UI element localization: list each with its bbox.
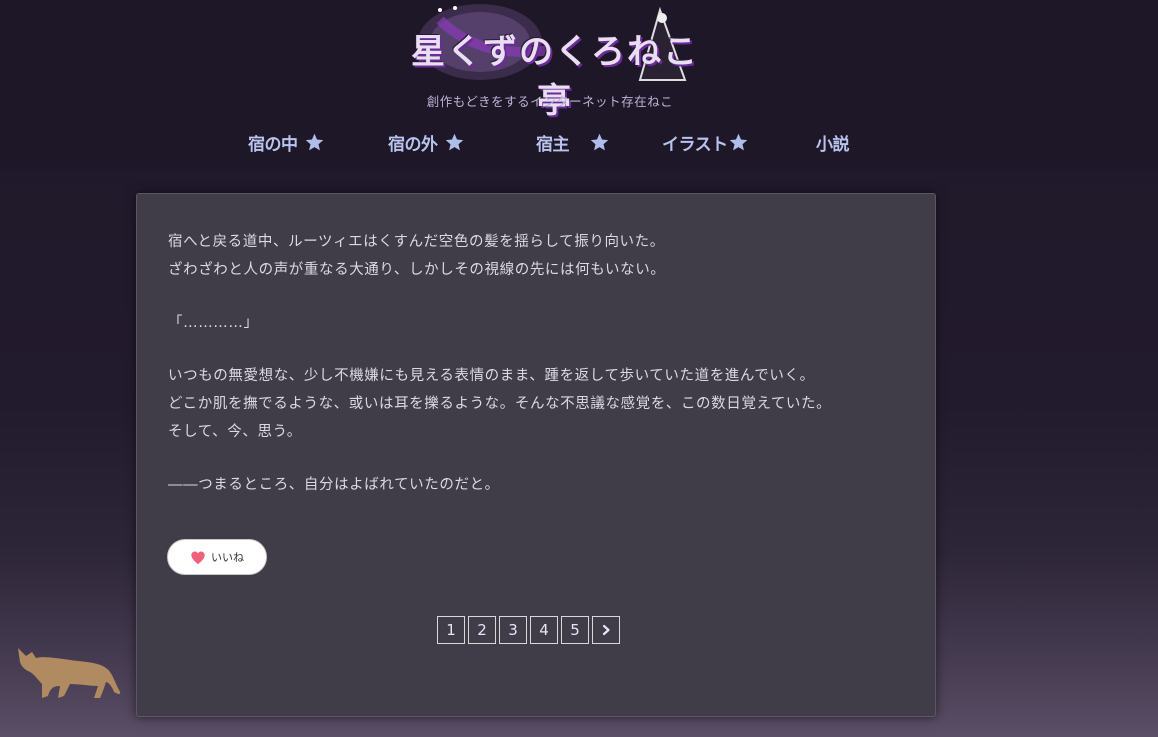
page-3-button[interactable]: 3 — [499, 616, 527, 644]
site-logo[interactable]: 星くずのくろねこ亭 — [410, 0, 700, 121]
page-5-button[interactable]: 5 — [561, 616, 589, 644]
story-line: どこか肌を撫でるような、或いは耳を擽るような。そんな不思議な感覚を、この数日覚え… — [168, 396, 832, 412]
nav-item-label: 小説 — [816, 134, 850, 155]
page-1-button[interactable]: 1 — [437, 616, 465, 644]
nav-item-label: イラスト — [662, 134, 728, 155]
next-page-button[interactable] — [592, 616, 620, 644]
nav-item-novel[interactable]: 小説 — [816, 128, 850, 156]
pagination: 1 2 3 4 5 — [437, 616, 620, 644]
like-label: いいね — [211, 551, 244, 564]
story-line: そして、今、思う。 — [168, 424, 302, 440]
story-line: いつもの無愛想な、少し不機嫌にも見える表情のまま、踵を返して歩いていた道を進んで… — [168, 368, 815, 384]
story-text: 宿へと戻る道中、ルーツィエはくすんだ空色の髪を揺らして振り向いた。 ざわざわと人… — [168, 228, 908, 499]
star-icon — [444, 132, 465, 153]
story-line: 宿へと戻る道中、ルーツィエはくすんだ空色の髪を揺らして振り向いた。 — [168, 234, 665, 250]
like-button[interactable]: いいね — [167, 539, 267, 575]
star-icon — [304, 132, 325, 153]
nav-item-label: 宿主 — [536, 134, 570, 155]
nav-item-outside[interactable]: 宿の外 — [388, 128, 465, 156]
nav-item-owner[interactable]: 宿主 — [536, 128, 610, 156]
story-line: ――つまるところ、自分はよばれていたのだと。 — [168, 477, 500, 493]
main-nav: 宿の中 宿の外 宿主 イラスト 小説 — [0, 128, 1158, 158]
nav-item-label: 宿の外 — [388, 134, 438, 155]
story-line: ざわざわと人の声が重なる大通り、しかしその視線の先には何もいない。 — [168, 262, 666, 278]
chevron-right-icon — [602, 624, 610, 636]
story-line: 「…………」 — [168, 315, 259, 331]
star-icon — [728, 132, 749, 153]
star-icon — [589, 132, 610, 153]
site-header: 星くずのくろねこ亭 創作もどきをするインターネット存在ねこ 宿の中 宿の外 宿主… — [0, 0, 1158, 169]
cat-silhouette — [14, 640, 124, 702]
page-2-button[interactable]: 2 — [468, 616, 496, 644]
nav-item-label: 宿の中 — [248, 134, 298, 155]
nav-item-inside[interactable]: 宿の中 — [248, 128, 325, 156]
nav-item-illust[interactable]: イラスト — [662, 128, 749, 156]
heart-icon — [190, 550, 206, 565]
page-4-button[interactable]: 4 — [530, 616, 558, 644]
site-tagline: 創作もどきをするインターネット存在ねこ — [426, 94, 674, 109]
story-card: 宿へと戻る道中、ルーツィエはくすんだ空色の髪を揺らして振り向いた。 ざわざわと人… — [136, 193, 936, 717]
